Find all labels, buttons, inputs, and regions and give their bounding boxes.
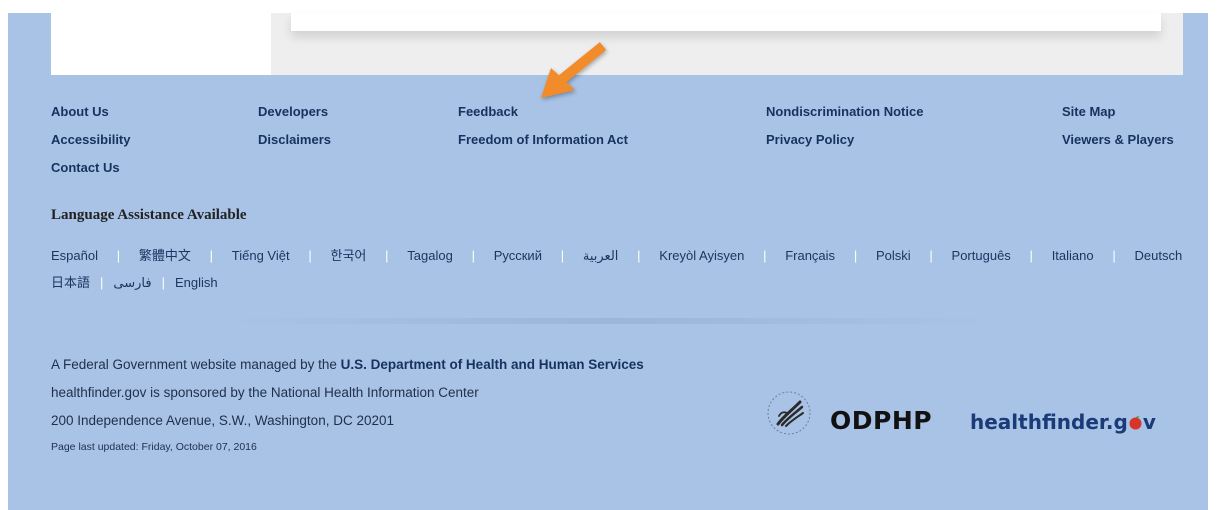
language-link[interactable]: 日本語 [51, 275, 90, 290]
language-link[interactable]: 한국어 [331, 248, 367, 263]
sponsor-text: healthfinder.gov is sponsored by the Nat… [51, 385, 479, 400]
language-assistance-heading: Language Assistance Available [51, 207, 247, 223]
footer-link-feedback[interactable]: Feedback [458, 104, 518, 119]
odphp-logo[interactable]: ODPHP [830, 406, 932, 436]
language-link[interactable]: Deutsch [1135, 248, 1183, 263]
language-link[interactable]: Français [785, 248, 835, 263]
footer-divider [230, 318, 990, 324]
content-card [291, 13, 1161, 31]
language-separator: | [1029, 248, 1033, 263]
footer-link-accessibility[interactable]: Accessibility [51, 132, 131, 147]
language-list-row-1: Español | 繁體中文 | Tiếng Việt | 한국어 | Tagalog | Русс… [51, 245, 1182, 264]
footer-link-contact-us[interactable]: Contact Us [51, 160, 120, 175]
language-separator: | [385, 248, 389, 263]
language-separator: | [308, 248, 312, 263]
language-separator: | [853, 248, 858, 263]
hhs-link[interactable]: U.S. Department of Health and Human Serv… [341, 357, 644, 372]
annotation-arrow-icon [541, 42, 607, 98]
language-link[interactable]: Español [51, 248, 98, 263]
language-separator: | [763, 248, 767, 263]
language-separator: | [929, 248, 933, 263]
apple-icon [1128, 410, 1143, 430]
healthfinder-logo-prefix: healthfinder.g [970, 410, 1128, 434]
language-separator: | [116, 248, 121, 263]
footer-link-viewers-players[interactable]: Viewers & Players [1062, 132, 1174, 147]
content-panel-left [51, 13, 271, 75]
language-separator: | [471, 248, 475, 263]
language-link[interactable]: Polski [876, 248, 911, 263]
last-updated-text: Page last updated: Friday, October 07, 2… [51, 441, 257, 453]
language-link[interactable]: Português [952, 248, 1011, 263]
language-link[interactable]: العربية [583, 248, 619, 263]
managed-by-text: A Federal Government website managed by … [51, 357, 644, 372]
footer-link-site-map[interactable]: Site Map [1062, 104, 1115, 119]
language-separator: | [100, 275, 104, 290]
footer-link-foia[interactable]: Freedom of Information Act [458, 132, 628, 147]
language-link[interactable]: 繁體中文 [139, 248, 191, 263]
language-link[interactable]: Tiếng Việt [232, 248, 290, 263]
healthfinder-logo[interactable]: healthfinder.g v [970, 409, 1156, 435]
footer-link-privacy-policy[interactable]: Privacy Policy [766, 132, 854, 147]
language-separator: | [637, 248, 641, 263]
language-link[interactable]: English [175, 275, 218, 290]
address-text: 200 Independence Avenue, S.W., Washingto… [51, 413, 394, 428]
managed-by-prefix: A Federal Government website managed by … [51, 357, 341, 372]
footer-link-developers[interactable]: Developers [258, 104, 328, 119]
language-separator: | [560, 248, 565, 263]
hhs-eagle-seal-icon[interactable] [766, 390, 812, 436]
language-link[interactable]: Русский [494, 248, 542, 263]
footer-link-about-us[interactable]: About Us [51, 104, 109, 119]
language-separator: | [209, 248, 214, 263]
footer-link-disclaimers[interactable]: Disclaimers [258, 132, 331, 147]
language-link[interactable]: فارسی [113, 275, 151, 290]
language-list-row-2: 日本語 | فارسی | English [51, 272, 218, 291]
footer-link-nondiscrimination[interactable]: Nondiscrimination Notice [766, 104, 923, 119]
language-link[interactable]: Tagalog [407, 248, 453, 263]
language-separator: | [161, 275, 165, 290]
language-link[interactable]: Kreyòl Ayisyen [659, 248, 744, 263]
language-link[interactable]: Italiano [1052, 248, 1094, 263]
healthfinder-logo-suffix: v [1142, 410, 1156, 434]
language-separator: | [1112, 248, 1116, 263]
